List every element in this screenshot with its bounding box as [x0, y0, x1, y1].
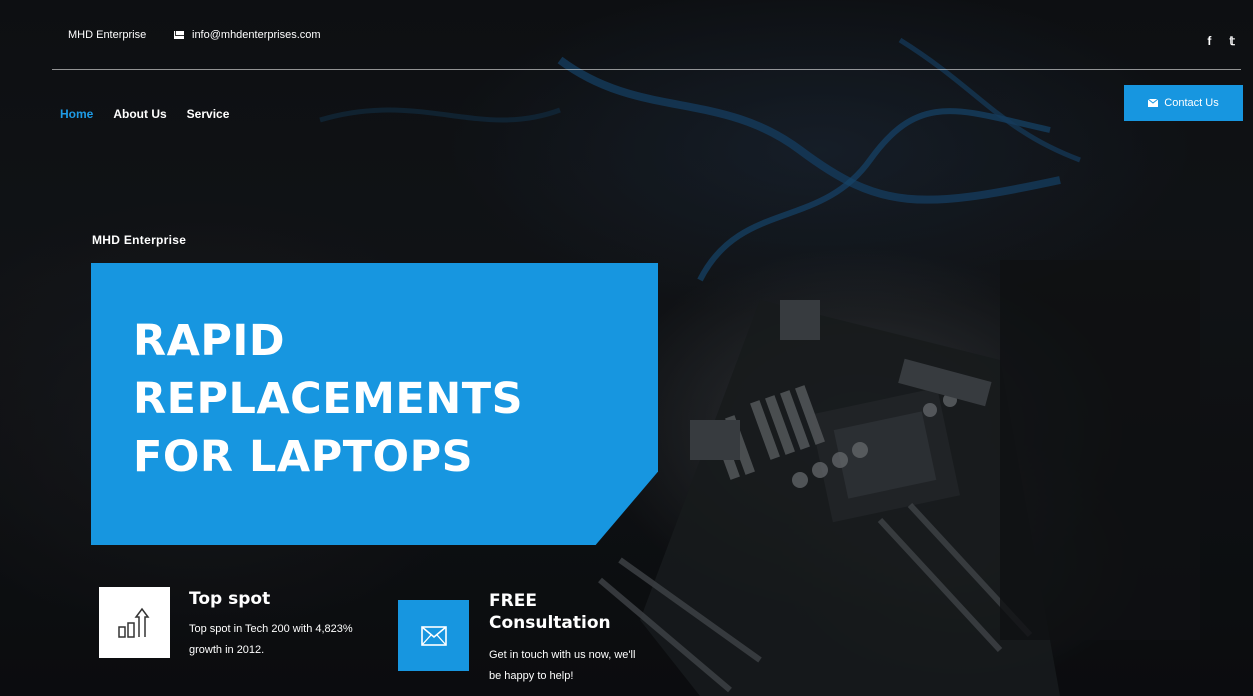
main-nav: Home About Us Service [60, 107, 229, 121]
twitter-icon[interactable]: 𝕥 [1229, 34, 1235, 48]
feature-text-consultation: Get in touch with us now, we'll be happy… [489, 649, 636, 682]
topbar-email[interactable]: info@mhdenterprises.com [174, 29, 321, 41]
social-links: f 𝕥 [1207, 34, 1235, 48]
feature-icon-box-top-spot [99, 587, 170, 658]
growth-chart-icon [117, 607, 149, 638]
feature-text-top-spot: Top spot in Tech 200 with 4,823% growth … [189, 623, 353, 656]
hero-eyebrow: MHD Enterprise [92, 233, 187, 247]
envelope-icon [420, 625, 447, 646]
facebook-icon[interactable]: f [1207, 34, 1211, 48]
feature-title-top-spot: Top spot [189, 589, 271, 609]
hero-title: RAPID REPLACEMENTS FOR LAPTOPS [133, 312, 653, 486]
topbar-brand: MHD Enterprise [68, 29, 147, 41]
feature-title-consultation: FREE Consultation [489, 591, 611, 633]
top-bar: MHD Enterprise info@mhdenterprises.com f… [52, 0, 1241, 70]
nav-item-service[interactable]: Service [187, 107, 230, 121]
contact-us-label: Contact Us [1164, 97, 1219, 109]
feature-icon-box-consultation [398, 600, 469, 671]
contact-us-button[interactable]: Contact Us [1124, 85, 1243, 121]
nav-item-home[interactable]: Home [60, 107, 93, 121]
email-text[interactable]: info@mhdenterprises.com [192, 29, 321, 41]
nav-item-about-us[interactable]: About Us [113, 107, 166, 121]
envelope-icon [1148, 99, 1159, 107]
hero-title-line-1: RAPID [133, 316, 286, 366]
hero-title-line-3: FOR LAPTOPS [133, 432, 474, 482]
hero-title-line-2: REPLACEMENTS [133, 374, 524, 424]
envelope-icon [174, 31, 184, 39]
